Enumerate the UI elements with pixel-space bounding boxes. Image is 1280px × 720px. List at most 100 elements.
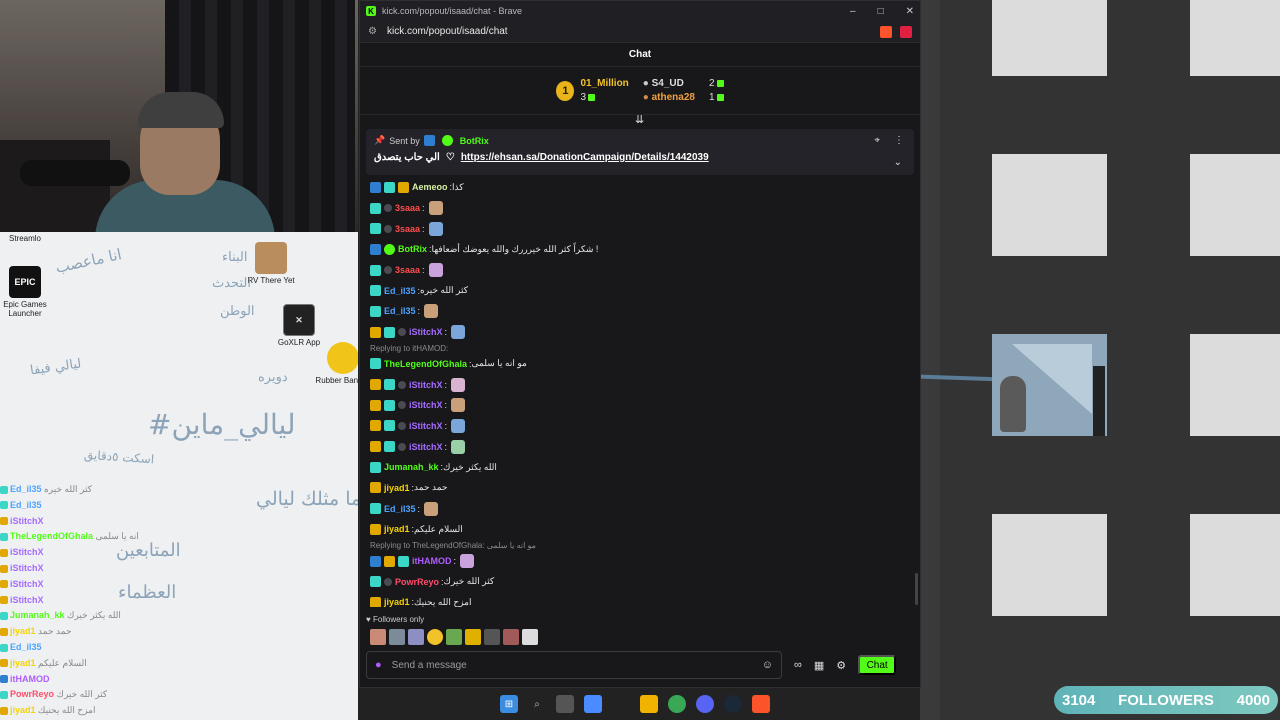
chat-username[interactable]: iStitchX — [409, 421, 443, 431]
task-view-icon[interactable] — [556, 695, 574, 713]
search-icon[interactable]: ⌕ — [528, 695, 546, 713]
chat-username[interactable]: Ed_il35 — [384, 286, 416, 296]
chat-header: Chat — [360, 43, 920, 67]
avatar[interactable] — [503, 629, 519, 645]
og-badge-icon — [384, 441, 395, 453]
desktop-icon-rubber-bandits[interactable]: Rubber Bandits — [308, 342, 358, 385]
wallpaper-text: ليالي فيفا — [29, 356, 83, 379]
avatar[interactable] — [484, 629, 500, 645]
silver-medal-icon: ● — [642, 78, 649, 89]
brave-shields-icon[interactable] — [880, 25, 892, 38]
settings-gear-icon[interactable]: ⚙ — [836, 659, 846, 672]
chat-username[interactable]: Ed_il35 — [384, 504, 416, 514]
chat-message[interactable]: iStitchX: — [370, 395, 908, 416]
store-icon[interactable] — [584, 695, 602, 713]
discord-icon[interactable] — [696, 695, 714, 713]
chat-message[interactable]: iStitchX: — [370, 322, 908, 343]
game-scene-cell — [992, 334, 1107, 436]
steam-icon[interactable] — [724, 695, 742, 713]
chat-message[interactable]: TheLegendOfGhala: مو انه يا سلمى — [370, 354, 908, 375]
leaderboard-first[interactable]: 1 01_Million 3 — [556, 78, 629, 103]
chat-username[interactable]: jiyad1 — [384, 483, 410, 493]
chat-message[interactable]: jiyad1: امزح الله يحنيك — [370, 592, 908, 607]
chat-message[interactable]: iStitchX: — [370, 436, 908, 457]
chat-message[interactable]: Ed_il35: — [370, 301, 908, 322]
windows-start-icon[interactable]: ⊞ — [500, 695, 518, 713]
chat-username[interactable]: iStitchX — [409, 380, 443, 390]
chat-message[interactable]: jiyad1: حمد حمد — [370, 478, 908, 499]
chat-username[interactable]: PowrReyo — [395, 577, 439, 587]
minimize-icon[interactable]: – — [850, 6, 856, 17]
avatar[interactable] — [465, 629, 481, 645]
avatar[interactable] — [389, 629, 405, 645]
chat-username[interactable]: iStitchX — [409, 442, 443, 452]
avatar[interactable] — [446, 629, 462, 645]
chat-username[interactable]: jiyad1 — [384, 524, 410, 534]
window-title: kick.com/popout/isaad/chat - Brave — [382, 6, 523, 16]
store-icon[interactable]: ▦ — [814, 659, 824, 672]
desktop-icon-streamlo[interactable]: Streamlo — [0, 234, 60, 243]
chat-message[interactable]: Ed_il35: كثر الله خيره — [370, 280, 908, 301]
chat-message[interactable]: iStitchX: — [370, 416, 908, 437]
close-icon[interactable]: ✕ — [906, 6, 914, 17]
avatar[interactable] — [522, 629, 538, 645]
avatar[interactable] — [370, 629, 386, 645]
emote-icon — [428, 221, 443, 236]
chat-message[interactable]: PowrReyo: كثر الله خيرك — [370, 571, 908, 592]
pin-icon: 📌 — [374, 135, 386, 145]
leaderboard-third[interactable]: ● athena28 — [643, 92, 695, 103]
overlay-text: حمد حمد — [38, 626, 72, 637]
chat-input[interactable]: ● Send a message ☺ — [366, 651, 782, 679]
chat-username[interactable]: 3saaa — [395, 203, 420, 213]
avatar[interactable] — [427, 629, 443, 645]
chat-message[interactable]: BotRix: شكراً كثر الله خيرررك والله يعوض… — [370, 239, 908, 260]
chat-username[interactable]: Jumanah_kk — [384, 462, 439, 472]
chat-message[interactable]: 3saaa: — [370, 260, 908, 281]
chat-username[interactable]: iStitchX — [409, 327, 443, 337]
chat-message[interactable]: itHAMOD: — [370, 551, 908, 572]
chat-username[interactable]: jiyad1 — [384, 597, 410, 607]
more-options-icon[interactable]: ⋮ — [894, 135, 904, 146]
chevron-down-icon[interactable]: ⌄ — [894, 157, 902, 168]
chat-username[interactable]: Ed_il35 — [384, 306, 416, 316]
pinned-sender[interactable]: BotRix — [460, 136, 489, 146]
chat-username[interactable]: itHAMOD — [412, 556, 452, 566]
desktop-icon-label: Rubber Bandits — [315, 376, 358, 385]
desktop-icon-epic-games[interactable]: EPIC Epic Games Launcher — [0, 266, 60, 318]
chat-username[interactable]: 3saaa — [395, 224, 420, 234]
chat-message[interactable]: iStitchX: — [370, 374, 908, 395]
chat-scrollbar[interactable] — [915, 573, 918, 605]
chrome-icon[interactable] — [668, 695, 686, 713]
obs-icon[interactable] — [612, 695, 630, 713]
chat-username[interactable]: Aemeoo — [412, 182, 448, 192]
site-settings-icon[interactable]: ⚙ — [368, 26, 377, 37]
emoji-icon[interactable]: ☺ — [762, 659, 773, 671]
chat-message[interactable]: Aemeoo: كذا — [370, 177, 908, 198]
microphone-icon[interactable]: ● — [375, 659, 382, 671]
avatar[interactable] — [408, 629, 424, 645]
chat-message[interactable]: jiyad1: السلام عليكم — [370, 519, 908, 540]
reply-context: Replying to itHAMOD: — [370, 343, 908, 354]
kick-points-icon[interactable]: ∞ — [794, 659, 802, 671]
chat-message[interactable]: 3saaa: — [370, 218, 908, 239]
unpin-icon[interactable]: ⌖ — [874, 135, 880, 146]
brave-icon[interactable] — [752, 695, 770, 713]
url-text[interactable]: kick.com/popout/isaad/chat — [387, 26, 508, 37]
chat-message[interactable]: Ed_il35: — [370, 498, 908, 519]
desktop-icon-goxlr[interactable]: ✕ GoXLR App — [264, 304, 334, 347]
chat-message[interactable]: 3saaa: — [370, 198, 908, 219]
pinned-link[interactable]: https://ehsan.sa/DonationCampaign/Detail… — [461, 152, 709, 163]
heart-icon: ♥ — [366, 615, 371, 624]
leaderboard-second[interactable]: ● S4_UD — [643, 78, 695, 89]
chat-username[interactable]: 3saaa — [395, 265, 420, 275]
chat-send-button[interactable]: Chat — [858, 655, 897, 675]
brave-rewards-icon[interactable] — [900, 25, 912, 38]
chat-username[interactable]: TheLegendOfGhala — [384, 359, 467, 369]
maximize-icon[interactable]: □ — [878, 6, 884, 17]
chat-message[interactable]: Jumanah_kk: الله يكثر خيرك — [370, 457, 908, 478]
file-explorer-icon[interactable] — [640, 695, 658, 713]
chat-username[interactable]: BotRix — [398, 244, 427, 254]
collapse-leaderboard-icon[interactable]: ⇊ — [635, 113, 644, 126]
gift-leaderboard: 1 01_Million 3 ● S4_UD ● athena28 2 1 — [360, 67, 920, 115]
chat-username[interactable]: iStitchX — [409, 400, 443, 410]
